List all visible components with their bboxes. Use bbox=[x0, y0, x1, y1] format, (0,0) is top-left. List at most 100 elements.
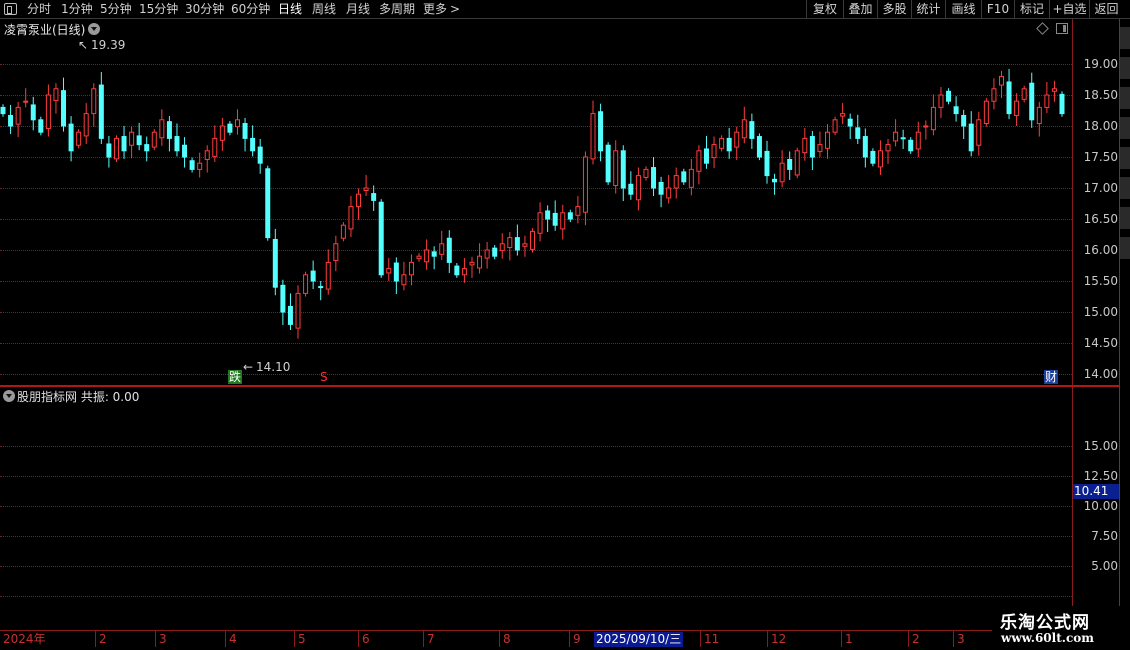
candle-body bbox=[802, 137, 808, 154]
indicator-title[interactable]: 股朋指标网 共振: 0.00 bbox=[17, 388, 139, 405]
candle-body bbox=[620, 150, 626, 189]
candle-body bbox=[91, 88, 97, 115]
side-tab-5[interactable] bbox=[1120, 147, 1130, 169]
candle-body bbox=[893, 131, 899, 142]
high-price-label: 19.39 bbox=[91, 38, 126, 52]
candle-body bbox=[219, 125, 225, 141]
date-tick: 2024年 bbox=[3, 632, 46, 646]
candle-body bbox=[1051, 88, 1057, 92]
candlestick-chart bbox=[0, 68, 1065, 339]
candle-body bbox=[461, 268, 467, 276]
candle-body bbox=[635, 175, 641, 201]
candle-body bbox=[514, 237, 520, 251]
side-tab-4[interactable] bbox=[1120, 117, 1130, 139]
date-tick: 3 bbox=[155, 631, 167, 647]
candle-body bbox=[68, 123, 74, 152]
date-tick: 1 bbox=[841, 631, 853, 647]
stock-title[interactable]: 凌霄泵业(日线) bbox=[4, 21, 85, 38]
candle-body bbox=[242, 123, 248, 139]
drop-signal-badge[interactable]: 跌 bbox=[228, 370, 243, 384]
indicator-tick: 7.50 bbox=[1091, 529, 1118, 543]
candle-body bbox=[166, 121, 172, 139]
date-tick: 5 bbox=[294, 631, 306, 647]
side-tab-8[interactable] bbox=[1120, 237, 1130, 259]
back-button[interactable]: 返回 bbox=[1089, 0, 1123, 19]
candle-body bbox=[598, 111, 604, 152]
low-arrow-icon: ← bbox=[243, 360, 254, 374]
current-date-label: 2025/09/10/三 bbox=[594, 632, 684, 647]
candle-body bbox=[711, 144, 717, 159]
expand-icon[interactable] bbox=[1056, 23, 1068, 34]
candle-body bbox=[318, 286, 324, 289]
candle-body bbox=[129, 131, 135, 146]
candle-body bbox=[8, 114, 14, 127]
candle-body bbox=[530, 230, 535, 250]
pane-separator[interactable] bbox=[0, 385, 1119, 387]
indicator-current-value: 10.41 bbox=[1073, 484, 1119, 499]
side-tab-1[interactable] bbox=[1120, 27, 1130, 49]
price-tick: 19.00 bbox=[1083, 57, 1118, 71]
side-tab-3[interactable] bbox=[1120, 87, 1130, 109]
candle-body bbox=[182, 144, 188, 158]
candle-body bbox=[431, 251, 437, 257]
candle-body bbox=[151, 131, 157, 148]
side-tab-7[interactable] bbox=[1120, 207, 1130, 229]
candle-body bbox=[1014, 100, 1020, 116]
price-tick: 15.00 bbox=[1083, 305, 1118, 319]
candle-body bbox=[121, 136, 127, 152]
candle-body bbox=[832, 119, 838, 133]
date-tick: 7 bbox=[423, 631, 435, 647]
chevron-down-icon[interactable] bbox=[88, 23, 100, 35]
date-tick: 2 bbox=[908, 631, 920, 647]
candle-body bbox=[477, 255, 483, 269]
candle-body bbox=[613, 150, 619, 187]
candle-body bbox=[688, 168, 694, 188]
candle-body bbox=[469, 261, 475, 266]
sell-signal-badge[interactable]: S bbox=[319, 370, 329, 384]
candle-body bbox=[1044, 94, 1050, 108]
candle-body bbox=[976, 119, 982, 146]
candle-body bbox=[552, 212, 558, 226]
candle-body bbox=[923, 125, 929, 128]
candle-body bbox=[204, 150, 210, 160]
date-tick: 12 bbox=[767, 631, 786, 647]
date-tick: 11 bbox=[700, 631, 719, 647]
candle-body bbox=[0, 106, 6, 115]
candle-body bbox=[1029, 82, 1035, 121]
candle-body bbox=[484, 249, 490, 259]
candle-body bbox=[651, 167, 657, 189]
candle-body bbox=[371, 193, 377, 201]
finance-report-badge[interactable]: 财 bbox=[1044, 370, 1059, 384]
candle-body bbox=[946, 90, 952, 102]
candle-body bbox=[726, 137, 732, 152]
candle-body bbox=[862, 136, 868, 158]
candle-body bbox=[840, 113, 846, 117]
candle-body bbox=[340, 224, 346, 239]
candle-body bbox=[45, 94, 51, 129]
candle-body bbox=[333, 243, 339, 262]
date-tick: 9 bbox=[569, 631, 581, 647]
watermark-title: 乐淘公式网 bbox=[1000, 613, 1090, 633]
candle-body bbox=[983, 100, 989, 125]
candle-body bbox=[439, 243, 445, 255]
candle-body bbox=[303, 274, 309, 294]
chevron-down-icon[interactable] bbox=[3, 390, 15, 402]
candle-body bbox=[401, 274, 407, 286]
candle-body bbox=[575, 206, 581, 216]
candle-body bbox=[749, 121, 755, 139]
candle-body bbox=[265, 168, 271, 239]
candle-body bbox=[681, 171, 687, 183]
side-tab-2[interactable] bbox=[1120, 57, 1130, 79]
candle-body bbox=[492, 247, 498, 257]
candle-body bbox=[809, 136, 815, 158]
candle-body bbox=[159, 119, 165, 139]
candle-body bbox=[794, 150, 800, 176]
candle-body bbox=[855, 127, 861, 139]
indicator-tick: 12.50 bbox=[1083, 469, 1118, 483]
price-tick: 17.50 bbox=[1083, 150, 1118, 164]
date-axis: 2024年 2 3 4 5 6 7 8 9 11 12 1 2 3 2025/0… bbox=[0, 630, 1130, 650]
candle-body bbox=[1006, 81, 1012, 115]
candle-body bbox=[408, 261, 414, 276]
side-tab-6[interactable] bbox=[1120, 177, 1130, 199]
candle-body bbox=[197, 162, 203, 170]
